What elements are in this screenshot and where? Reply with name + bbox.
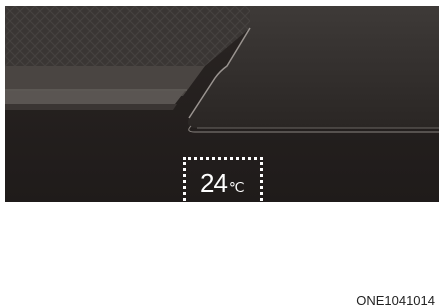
temperature-value: 24	[200, 168, 228, 198]
temperature-readout: 24 ℃	[200, 168, 245, 199]
temperature-unit: ℃	[228, 179, 245, 195]
